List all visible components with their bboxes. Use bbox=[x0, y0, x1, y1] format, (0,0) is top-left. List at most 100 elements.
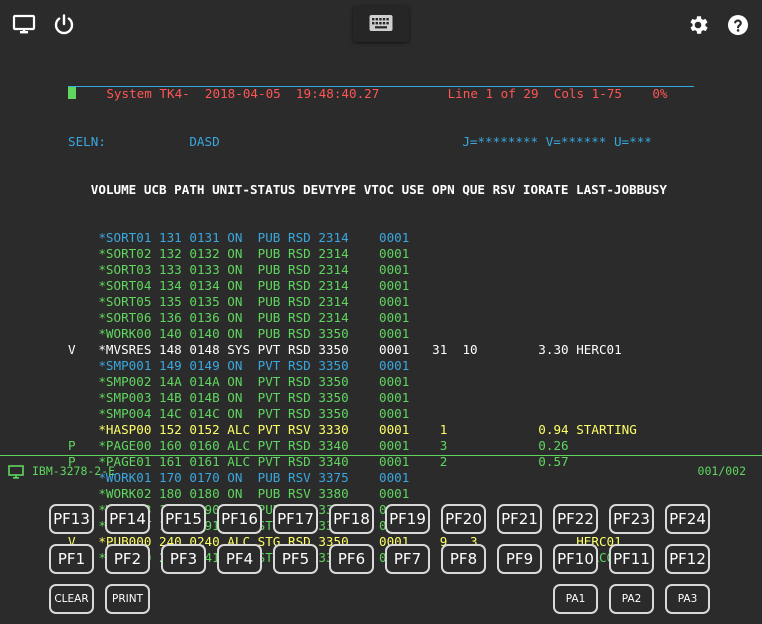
pf14-key[interactable]: PF14 bbox=[105, 504, 150, 534]
table-row[interactable]: *SORT06 136 0136 ON PUB RSD 2314 0001 bbox=[68, 310, 668, 326]
cell-mount: PVT bbox=[257, 422, 281, 437]
pf6-key[interactable]: PF6 bbox=[329, 544, 374, 574]
sep bbox=[280, 374, 288, 389]
pf4-key[interactable]: PF4 bbox=[217, 544, 262, 574]
sep bbox=[76, 342, 99, 357]
cell-mount: PUB bbox=[257, 262, 281, 277]
sep bbox=[76, 294, 99, 309]
cell-devtype: 3350 bbox=[318, 326, 349, 341]
table-row[interactable]: *SORT02 132 0132 ON PUB RSD 2314 0001 bbox=[68, 246, 668, 262]
pf18-key[interactable]: PF18 bbox=[329, 504, 374, 534]
cell-use-attr: RSD bbox=[287, 358, 311, 373]
sep bbox=[76, 486, 99, 501]
cell-use-attr: RSD bbox=[287, 278, 311, 293]
table-row[interactable]: *WORK02 180 0180 ON PUB RSV 3380 0001 bbox=[68, 486, 668, 502]
pf9-key[interactable]: PF9 bbox=[497, 544, 542, 574]
pf17-key[interactable]: PF17 bbox=[273, 504, 318, 534]
pf22-key[interactable]: PF22 bbox=[553, 504, 598, 534]
pf20-key[interactable]: PF20 bbox=[441, 504, 486, 534]
table-row[interactable]: *SMP004 14C 014C ON PVT RSD 3350 0001 bbox=[68, 406, 668, 422]
pa3-key[interactable]: PA3 bbox=[665, 584, 710, 614]
cell-volume: *SORT03 bbox=[98, 262, 152, 277]
cell-path: 014A bbox=[189, 374, 220, 389]
pf1-key[interactable]: PF1 bbox=[49, 544, 94, 574]
pf2-key[interactable]: PF2 bbox=[105, 544, 150, 574]
cell-status: ON bbox=[227, 246, 251, 261]
filter-fields[interactable]: J=******** V=****** U=*** bbox=[462, 134, 652, 149]
gear-icon[interactable] bbox=[686, 13, 710, 37]
cell-opn bbox=[447, 406, 477, 421]
cell-volume: *SORT04 bbox=[98, 278, 152, 293]
pf12-key[interactable]: PF12 bbox=[665, 544, 710, 574]
cell-path: 0135 bbox=[189, 294, 220, 309]
cell-opn bbox=[447, 278, 477, 293]
cell-status: ALC bbox=[227, 422, 251, 437]
cell-status: ON bbox=[227, 406, 251, 421]
pf11-key[interactable]: PF11 bbox=[609, 544, 654, 574]
table-row[interactable]: *SORT05 135 0135 ON PUB RSD 2314 0001 bbox=[68, 294, 668, 310]
table-row[interactable]: *WORK00 140 0140 ON PUB RSD 3350 0001 bbox=[68, 326, 668, 342]
cell-vtoc: 0001 bbox=[379, 390, 410, 405]
help-icon[interactable] bbox=[726, 13, 750, 37]
pf21-key[interactable]: PF21 bbox=[497, 504, 542, 534]
pf7-key[interactable]: PF7 bbox=[385, 544, 430, 574]
pf5-key[interactable]: PF5 bbox=[273, 544, 318, 574]
clear-key[interactable]: CLEAR bbox=[49, 584, 94, 614]
pf15-key[interactable]: PF15 bbox=[161, 504, 206, 534]
pf23-key[interactable]: PF23 bbox=[609, 504, 654, 534]
cell-volume: *PAGE00 bbox=[98, 438, 152, 453]
power-icon[interactable] bbox=[52, 13, 76, 37]
terminal-screen[interactable]: System TK4- 2018-04-05 19:48:40.27 Line … bbox=[68, 54, 668, 582]
table-row[interactable]: *SMP002 14A 014A ON PVT RSD 3350 0001 bbox=[68, 374, 668, 390]
row-flag: V bbox=[68, 342, 76, 357]
cell-devtype: 3330 bbox=[318, 422, 349, 437]
sep bbox=[280, 342, 288, 357]
cell-use-attr: RSD bbox=[287, 406, 311, 421]
table-row[interactable]: *SORT03 133 0133 ON PUB RSD 2314 0001 bbox=[68, 262, 668, 278]
table-row[interactable]: V *MVSRES 148 0148 SYS PVT RSD 3350 0001… bbox=[68, 342, 668, 358]
cell-mount: PUB bbox=[257, 294, 281, 309]
sep bbox=[280, 486, 288, 501]
cell-path: 014C bbox=[189, 406, 220, 421]
cell-ucb: 149 bbox=[159, 358, 182, 373]
system-name: System TK4- bbox=[106, 86, 190, 101]
table-row[interactable]: *SMP003 14B 014B ON PVT RSD 3350 0001 bbox=[68, 390, 668, 406]
sep bbox=[349, 278, 379, 293]
cell-volume: *WORK00 bbox=[98, 326, 152, 341]
keyboard-button[interactable] bbox=[353, 6, 409, 42]
pf16-key[interactable]: PF16 bbox=[217, 504, 262, 534]
cell-path: 0140 bbox=[189, 326, 220, 341]
table-row[interactable]: P *PAGE00 160 0160 ALC PVT RSD 3340 0001… bbox=[68, 438, 668, 454]
print-key[interactable]: PRINT bbox=[105, 584, 150, 614]
table-row[interactable]: *SORT04 134 0134 ON PUB RSD 2314 0001 bbox=[68, 278, 668, 294]
pf19-key[interactable]: PF19 bbox=[385, 504, 430, 534]
cell-volume: *SMP004 bbox=[98, 406, 152, 421]
pf10-key[interactable]: PF10 bbox=[553, 544, 598, 574]
cell-devtype: 2314 bbox=[318, 262, 349, 277]
pa1-key[interactable]: PA1 bbox=[553, 584, 598, 614]
pf8-key[interactable]: PF8 bbox=[441, 544, 486, 574]
sep bbox=[250, 310, 258, 325]
cell-use-attr: RSD bbox=[287, 438, 311, 453]
table-row[interactable]: *SMP001 149 0149 ON PVT RSD 3350 0001 bbox=[68, 358, 668, 374]
table-row[interactable]: *SORT01 131 0131 ON PUB RSD 2314 0001 bbox=[68, 230, 668, 246]
table-row[interactable]: *HASP00 152 0152 ALC PVT RSV 3330 0001 1… bbox=[68, 422, 668, 438]
cell-use bbox=[409, 246, 447, 261]
sep bbox=[76, 326, 99, 341]
cell-status: ON bbox=[227, 310, 251, 325]
pf13-key[interactable]: PF13 bbox=[49, 504, 94, 534]
cell-opn bbox=[447, 358, 477, 373]
sep bbox=[349, 374, 379, 389]
sep bbox=[250, 342, 258, 357]
cell-use-attr: RSD bbox=[287, 262, 311, 277]
seln-field[interactable]: DASD bbox=[189, 134, 219, 149]
pf3-key[interactable]: PF3 bbox=[161, 544, 206, 574]
cell-rest: 3.30 HERC01 bbox=[477, 342, 622, 357]
monitor-icon[interactable] bbox=[12, 13, 36, 37]
cell-mount: PUB bbox=[257, 486, 281, 501]
cell-opn bbox=[447, 262, 477, 277]
pf24-key[interactable]: PF24 bbox=[665, 504, 710, 534]
cell-use bbox=[409, 310, 447, 325]
header-time: 19:48:40.27 bbox=[295, 86, 380, 101]
pa2-key[interactable]: PA2 bbox=[609, 584, 654, 614]
